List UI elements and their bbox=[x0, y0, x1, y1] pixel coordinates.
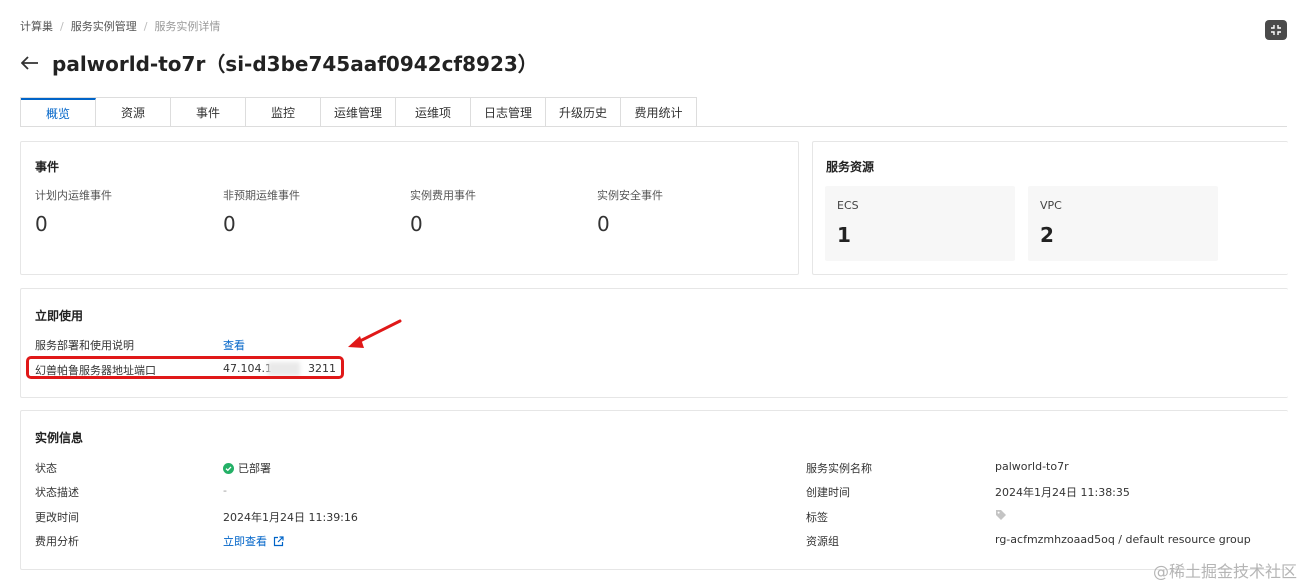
tab-upgrade-history[interactable]: 升级历史 bbox=[546, 98, 621, 127]
tab-bar: 概览 资源 事件 监控 运维管理 运维项 日志管理 升级历史 费用统计 bbox=[20, 97, 697, 127]
breadcrumb-item[interactable]: 服务实例管理 bbox=[71, 18, 137, 34]
event-label: 计划内运维事件 bbox=[35, 189, 112, 202]
tab-divider bbox=[20, 126, 1287, 127]
event-label: 实例安全事件 bbox=[597, 189, 663, 202]
resource-group-label: 资源组 bbox=[806, 535, 839, 548]
instance-info-title: 实例信息 bbox=[35, 431, 84, 445]
check-circle-icon bbox=[223, 462, 234, 474]
view-cost-link[interactable]: 立即查看 bbox=[223, 533, 284, 549]
resource-label: ECS bbox=[837, 199, 859, 212]
resource-tile-vpc[interactable]: VPC 2 bbox=[1028, 186, 1218, 261]
change-time-value: 2024年1月24日 11:39:16 bbox=[223, 511, 358, 524]
instance-name-value: palworld-to7r bbox=[995, 460, 1069, 473]
status-text: 已部署 bbox=[238, 462, 271, 475]
tags-label: 标签 bbox=[806, 511, 828, 524]
watermark: @稀土掘金技术社区 bbox=[1152, 562, 1297, 581]
status-description-value: - bbox=[223, 484, 227, 497]
tab-cost-statistics[interactable]: 费用统计 bbox=[621, 98, 696, 127]
event-count: 0 bbox=[35, 212, 48, 236]
breadcrumb-separator: / bbox=[60, 19, 64, 33]
events-card: 事件 计划内运维事件 0 非预期运维事件 0 实例费用事件 0 实例安全事件 0 bbox=[20, 141, 799, 275]
cost-analysis-label: 费用分析 bbox=[35, 535, 79, 548]
breadcrumb-item[interactable]: 计算巢 bbox=[20, 18, 53, 34]
view-guide-link[interactable]: 查看 bbox=[223, 337, 245, 353]
arrow-left-icon bbox=[21, 55, 38, 70]
tab-resources[interactable]: 资源 bbox=[96, 98, 171, 127]
tab-monitoring[interactable]: 监控 bbox=[246, 98, 321, 127]
status-description-label: 状态描述 bbox=[35, 486, 79, 499]
resource-count: 2 bbox=[1040, 223, 1054, 247]
resource-group-value: rg-acfmzmhzoaad5oq / default resource gr… bbox=[995, 533, 1251, 546]
event-label: 非预期运维事件 bbox=[223, 189, 300, 202]
tag-icon[interactable] bbox=[995, 509, 1007, 524]
event-count: 0 bbox=[410, 212, 423, 236]
tab-overview[interactable]: 概览 bbox=[21, 98, 96, 127]
tab-events[interactable]: 事件 bbox=[171, 98, 246, 127]
tab-ops-management[interactable]: 运维管理 bbox=[321, 98, 396, 127]
service-resources-card: 服务资源 ECS 1 VPC 2 bbox=[812, 141, 1288, 275]
page-header: palworld-to7r（si-d3be745aaf0942cf8923） bbox=[18, 48, 538, 77]
quick-use-title: 立即使用 bbox=[35, 309, 84, 323]
resource-tile-ecs[interactable]: ECS 1 bbox=[825, 186, 1015, 261]
status-value: 已部署 bbox=[223, 460, 271, 476]
annotation-arrow-icon bbox=[348, 319, 402, 348]
tab-log-management[interactable]: 日志管理 bbox=[471, 98, 546, 127]
created-time-value: 2024年1月24日 11:38:35 bbox=[995, 486, 1130, 499]
back-button[interactable] bbox=[18, 51, 42, 75]
breadcrumb-separator: / bbox=[143, 19, 148, 33]
tab-ops-items[interactable]: 运维项 bbox=[396, 98, 471, 127]
status-label: 状态 bbox=[35, 462, 57, 475]
breadcrumb-current: 服务实例详情 bbox=[154, 20, 221, 33]
instance-name-label: 服务实例名称 bbox=[806, 462, 872, 475]
tag-shape-icon bbox=[996, 510, 1006, 520]
breadcrumb: 计算巢 / 服务实例管理 / 服务实例详情 bbox=[20, 18, 220, 34]
instance-info-card: 实例信息 状态 已部署 状态描述 - 更改时间 2024年1月24日 11:39… bbox=[20, 410, 1288, 570]
events-title: 事件 bbox=[35, 160, 60, 174]
change-time-label: 更改时间 bbox=[35, 511, 79, 524]
deploy-guide-label: 服务部署和使用说明 bbox=[35, 339, 134, 352]
event-label: 实例费用事件 bbox=[410, 189, 476, 202]
event-count: 0 bbox=[597, 212, 610, 236]
view-cost-text: 立即查看 bbox=[223, 535, 267, 548]
resource-count: 1 bbox=[837, 223, 851, 247]
annotation-highlight-box bbox=[26, 356, 344, 379]
collapse-icon bbox=[1271, 25, 1281, 35]
quick-use-card: 立即使用 服务部署和使用说明 查看 幻兽帕鲁服务器地址端口 47.104.1 3… bbox=[20, 288, 1288, 398]
service-resources-title: 服务资源 bbox=[826, 160, 875, 174]
page-title: palworld-to7r（si-d3be745aaf0942cf8923） bbox=[52, 52, 538, 76]
external-link-icon bbox=[273, 535, 284, 546]
fullscreen-button[interactable] bbox=[1265, 20, 1287, 40]
event-count: 0 bbox=[223, 212, 236, 236]
created-time-label: 创建时间 bbox=[806, 486, 850, 499]
resource-label: VPC bbox=[1040, 199, 1062, 212]
